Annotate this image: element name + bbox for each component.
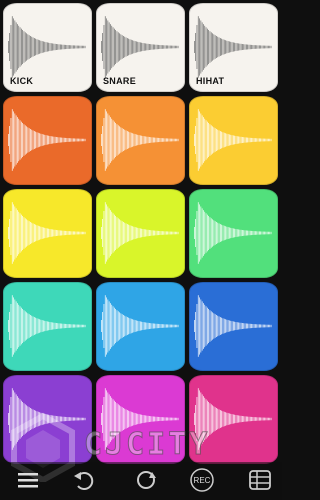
waveform-icon <box>194 16 272 78</box>
grid-icon <box>249 470 271 490</box>
waveform-icon <box>194 202 272 264</box>
drum-pad-r2-c2[interactable] <box>96 96 185 185</box>
drum-pad-r4-c3[interactable] <box>189 282 278 371</box>
drum-pad-r5-c2[interactable] <box>96 375 185 464</box>
waveform-icon <box>194 295 272 357</box>
waveform-icon <box>8 16 86 78</box>
waveform-icon <box>101 109 179 171</box>
pad-label: KICK <box>10 76 34 86</box>
drum-pad-r2-c1[interactable] <box>3 96 92 185</box>
waveform-icon <box>8 295 86 357</box>
drum-pad-r4-c2[interactable] <box>96 282 185 371</box>
menu-icon <box>18 473 38 488</box>
waveform-icon <box>101 202 179 264</box>
waveform-icon <box>8 202 86 264</box>
rec-label: REC <box>194 476 211 485</box>
record-button[interactable]: REC <box>188 468 216 492</box>
drum-pad-r3-c1[interactable] <box>3 189 92 278</box>
drum-pad-r3-c2[interactable] <box>96 189 185 278</box>
drum-pad-r1-c3[interactable]: HIHAT <box>189 3 278 92</box>
drum-pad-r5-c3[interactable] <box>189 375 278 464</box>
undo-icon <box>74 472 94 490</box>
menu-button[interactable] <box>14 468 42 492</box>
pad-label: SNARE <box>103 76 137 86</box>
grid-button[interactable] <box>246 468 274 492</box>
undo-button[interactable] <box>70 468 98 492</box>
waveform-icon <box>101 16 179 78</box>
drum-pad-r5-c1[interactable] <box>3 375 92 464</box>
drum-pad-r2-c3[interactable] <box>189 96 278 185</box>
waveform-icon <box>101 388 179 450</box>
bottom-toolbar: REC <box>0 462 282 500</box>
drum-pad-r4-c1[interactable] <box>3 282 92 371</box>
waveform-icon <box>8 388 86 450</box>
waveform-icon <box>8 109 86 171</box>
waveform-icon <box>194 388 272 450</box>
drum-pad-r1-c1[interactable]: KICK <box>3 3 92 92</box>
loop-icon <box>137 471 156 489</box>
pad-label: HIHAT <box>196 76 225 86</box>
waveform-icon <box>101 295 179 357</box>
drum-pad-r3-c3[interactable] <box>189 189 278 278</box>
waveform-icon <box>194 109 272 171</box>
loop-button[interactable] <box>132 468 160 492</box>
drum-pad-r1-c2[interactable]: SNARE <box>96 3 185 92</box>
rec-icon: REC <box>190 468 214 492</box>
pad-grid: KICK SNARE HIHAT <box>3 3 279 464</box>
